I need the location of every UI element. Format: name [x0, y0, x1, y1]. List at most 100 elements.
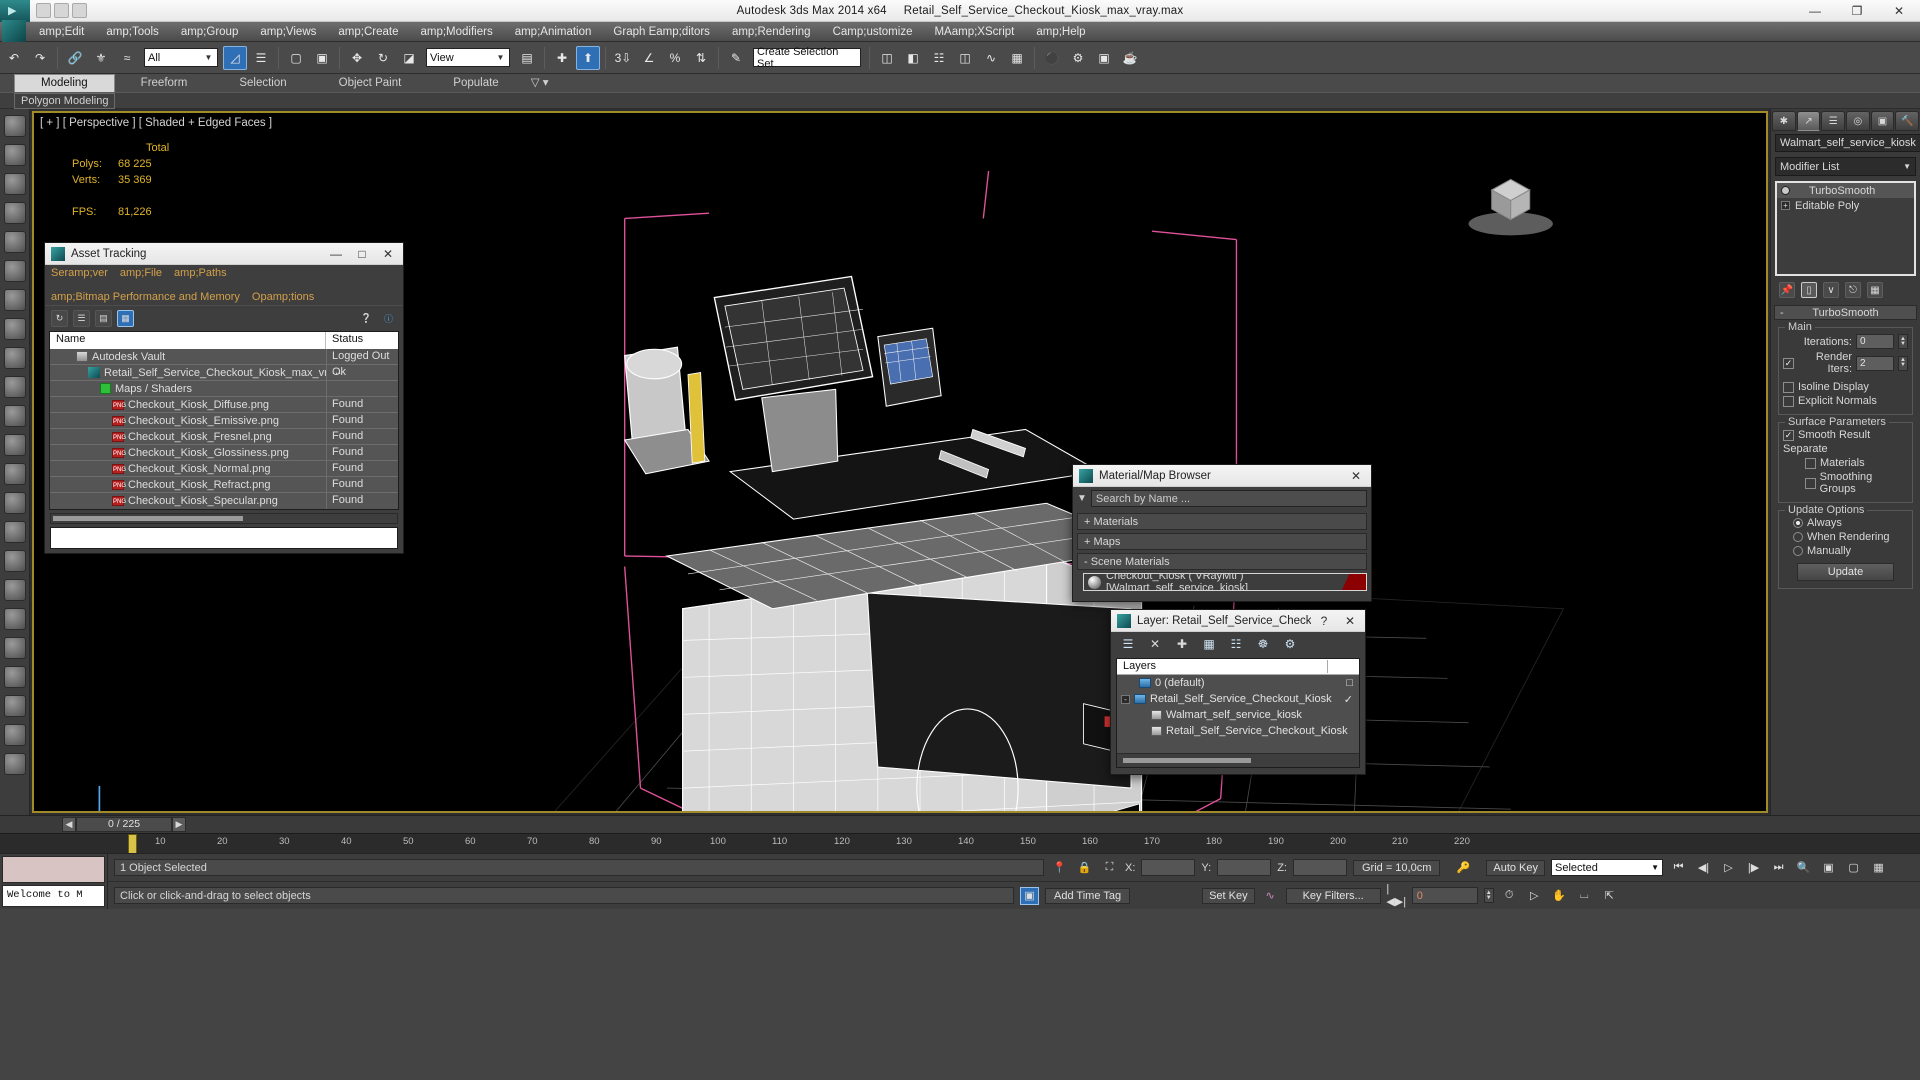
select-and-manipulate-icon[interactable]: ✚ — [550, 45, 574, 70]
align-icon[interactable]: ◧ — [901, 45, 925, 70]
smooth-result-checkbox[interactable]: ✓ — [1783, 429, 1794, 441]
select-and-scale-icon[interactable]: ◪ — [397, 45, 421, 70]
zoom-icon[interactable]: 🔍 — [1794, 859, 1813, 877]
left-command-strip[interactable] — [0, 109, 30, 815]
remove-modifier-icon[interactable]: ⎋ — [1845, 282, 1861, 298]
render-iters-checkbox[interactable]: ✓ — [1783, 357, 1794, 369]
scene-material-item[interactable]: Checkout_Kiosk ( VRayMtl ) [Walmart_self… — [1083, 573, 1367, 591]
window-crossing-icon[interactable]: ▣ — [310, 45, 334, 70]
tool-icon-9[interactable] — [3, 347, 26, 369]
list-view-icon[interactable]: ☰ — [73, 310, 90, 327]
tool-icon-7[interactable] — [3, 289, 26, 311]
delete-layer-icon[interactable]: ✕ — [1147, 637, 1163, 651]
ribbon-tab-selection[interactable]: Selection — [213, 75, 312, 92]
update-manually-row[interactable]: Manually — [1783, 545, 1908, 557]
ribbon-tab-populate[interactable]: Populate — [427, 75, 524, 92]
asset-tracking-titlebar[interactable]: Asset Tracking — □ ✕ — [45, 243, 403, 265]
tool-icon-14[interactable] — [3, 492, 26, 514]
update-button[interactable]: Update — [1797, 563, 1894, 581]
key-filters-button[interactable]: Key Filters... — [1285, 887, 1381, 904]
menu-item-modifiers[interactable]: amp;Modifiers — [409, 22, 503, 42]
bind-space-warp-icon[interactable]: ≈ — [115, 45, 139, 70]
tool-icon-12[interactable] — [3, 434, 26, 456]
object-name-row[interactable]: Walmart_self_service_kiosk — [1771, 131, 1920, 155]
key-filters-curve-icon[interactable]: ∿ — [1261, 887, 1280, 905]
select-by-name-icon[interactable]: ☰ — [249, 45, 273, 70]
layer-scrollbar-thumb[interactable] — [1123, 758, 1251, 763]
tool-icon-3[interactable] — [3, 173, 26, 195]
key-toggle-icon[interactable]: 🔑 — [1446, 859, 1480, 877]
minimize-button[interactable]: — — [323, 244, 349, 264]
unlink-icon[interactable]: ⚜ — [89, 45, 113, 70]
group-materials[interactable]: + Materials — [1077, 513, 1367, 530]
zoom-extents-icon[interactable]: ▢ — [1844, 859, 1863, 877]
modifier-stack-buttons[interactable]: 📌 ▯ ∨ ⎋ ▦ — [1771, 279, 1920, 301]
timeline-slider-handle[interactable] — [128, 834, 137, 853]
tool-icon-21[interactable] — [3, 695, 26, 717]
command-panel[interactable]: ✱ ↗ ☰ ◎ ▣ 🔨 Walmart_self_service_kiosk M… — [1770, 109, 1920, 815]
expand-icon[interactable]: + — [1781, 201, 1790, 210]
tool-icon-13[interactable] — [3, 463, 26, 485]
info-icon[interactable]: ⓘ — [380, 310, 397, 327]
search-input[interactable]: Search by Name ... — [1090, 490, 1367, 507]
smooth-result-row[interactable]: ✓ Smooth Result — [1783, 429, 1908, 441]
pin-stack-icon[interactable]: 📌 — [1779, 282, 1795, 298]
time-slider[interactable]: ◀ 0 / 225 ▶ — [62, 817, 186, 833]
configure-sets-icon[interactable]: ▦ — [1867, 282, 1883, 298]
update-always-row[interactable]: Always — [1783, 517, 1908, 529]
separate-materials-checkbox[interactable] — [1805, 457, 1816, 469]
iterations-input[interactable]: 0 — [1856, 334, 1894, 349]
layer-properties-icon[interactable]: ⚙ — [1282, 637, 1298, 651]
orbit-icon[interactable]: ⌴ — [1575, 887, 1594, 905]
update-when-rendering-radio[interactable] — [1793, 532, 1803, 542]
close-button[interactable]: ✕ — [1343, 466, 1369, 486]
iterations-spinner[interactable]: ▲ ▼ — [1898, 334, 1908, 349]
list-item[interactable]: Walmart_self_service_kiosk — [1117, 707, 1359, 723]
utilities-tab[interactable]: 🔨 — [1895, 111, 1920, 131]
show-end-result-icon[interactable]: ▯ — [1801, 282, 1817, 298]
menu-item-paths[interactable]: amp;Paths — [174, 267, 227, 279]
render-iters-input[interactable]: 2 — [1856, 355, 1894, 371]
menu-item-tools[interactable]: amp;Tools — [95, 22, 169, 42]
group-maps[interactable]: + Maps — [1077, 533, 1367, 550]
maximize-button[interactable]: □ — [349, 244, 375, 264]
filter-chevron-icon[interactable]: ▼ — [1077, 493, 1087, 504]
add-time-tag-button[interactable]: Add Time Tag — [1045, 887, 1131, 904]
menu-item-views[interactable]: amp;Views — [249, 22, 327, 42]
snaps-toggle-icon[interactable]: ⬆ — [576, 45, 600, 70]
select-objects-icon[interactable]: ▦ — [1201, 637, 1217, 651]
select-region-icon[interactable]: ▢ — [284, 45, 308, 70]
close-button[interactable]: ✕ — [375, 244, 401, 264]
layer-list[interactable]: Layers 0 (default) □ - Retail_Self_Servi… — [1116, 658, 1360, 768]
coord-y-input[interactable] — [1217, 859, 1272, 876]
update-always-radio[interactable] — [1793, 518, 1803, 528]
tool-icon-5[interactable] — [3, 231, 26, 253]
next-frame-icon[interactable]: |▶ — [1744, 859, 1763, 877]
spinner-snap-icon[interactable]: ⇅ — [689, 45, 713, 70]
angle-snap-icon[interactable]: ∠ — [637, 45, 661, 70]
layer-explorer-icon[interactable]: ☷ — [927, 45, 951, 70]
modify-tab[interactable]: ↗ — [1796, 111, 1821, 131]
tool-icon-22[interactable] — [3, 724, 26, 746]
isoline-display-checkbox[interactable] — [1783, 381, 1794, 393]
edit-named-selection-icon[interactable]: ✎ — [724, 45, 748, 70]
pan-icon[interactable]: ✋ — [1550, 887, 1569, 905]
mini-listener-input[interactable] — [2, 856, 105, 883]
curve-editor-icon[interactable]: ∿ — [979, 45, 1003, 70]
tool-icon-8[interactable] — [3, 318, 26, 340]
menu-item-bitmap-performance[interactable]: amp;Bitmap Performance and Memory — [51, 291, 240, 303]
lock-selection-icon[interactable]: 🔒 — [1075, 859, 1094, 877]
list-item[interactable]: - Retail_Self_Service_Checkout_Kiosk ✓ — [1117, 691, 1359, 707]
separate-smoothing-groups-checkbox[interactable] — [1805, 477, 1816, 489]
separate-materials-row[interactable]: Materials — [1783, 457, 1908, 469]
tool-icon-23[interactable] — [3, 753, 26, 775]
ribbon-toggle-icon[interactable]: ◫ — [953, 45, 977, 70]
asset-tracking-toolbar[interactable]: ↻ ☰ ▤ ▦ ❔ ⓘ — [45, 305, 403, 331]
named-selection-set-combo[interactable]: Create Selection Set — [753, 46, 861, 70]
reference-coordinate-combo[interactable]: View ▼ — [426, 48, 510, 67]
zoom-all-icon[interactable]: ▣ — [1819, 859, 1838, 877]
go-to-start-icon[interactable]: ⏮ — [1669, 859, 1688, 877]
table-row[interactable]: PNG Checkout_Kiosk_Glossiness.png Found — [50, 445, 398, 461]
table-row[interactable]: PNG Checkout_Kiosk_Specular.png Found — [50, 493, 398, 509]
ribbon-tab-freeform[interactable]: Freeform — [115, 75, 214, 92]
